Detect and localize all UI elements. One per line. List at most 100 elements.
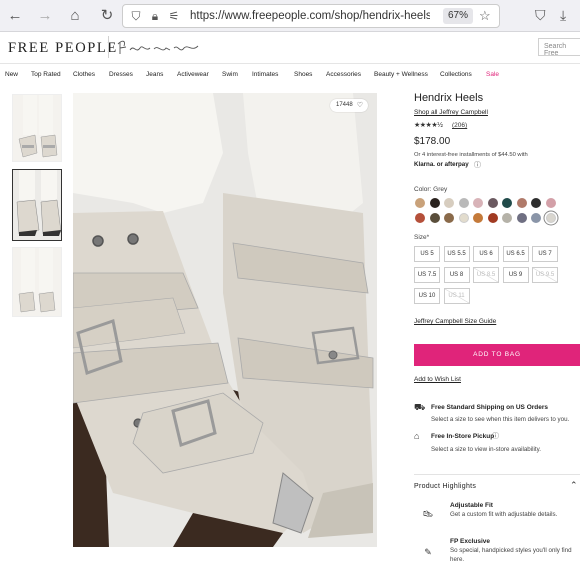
- nav-collections[interactable]: Collections: [440, 71, 472, 78]
- color-swatch[interactable]: [429, 198, 440, 208]
- permissions-icon[interactable]: ⚟: [167, 9, 181, 23]
- nav-swim[interactable]: Swim: [222, 71, 238, 78]
- color-swatch[interactable]: [458, 213, 469, 223]
- browser-toolbar: ← → ⌂ ↻ ⛉ 🔒︎ ⚟ https://www.freepeople.co…: [0, 0, 580, 32]
- shop-brand-link[interactable]: Shop all Jeffrey Campbell: [414, 109, 488, 116]
- nav-sale[interactable]: Sale: [486, 71, 499, 78]
- size-option[interactable]: US 10: [414, 288, 440, 304]
- chevron-up-icon[interactable]: ⌃: [570, 480, 578, 491]
- thumbnail-1-image: [18, 95, 58, 158]
- installments-text: Or 4 interest-free installments of $44.5…: [414, 152, 528, 158]
- search-input[interactable]: Search Free: [538, 38, 580, 57]
- heart-icon[interactable]: ♡: [357, 99, 363, 112]
- back-icon[interactable]: ←: [6, 7, 24, 25]
- thumbnail-3-image: [18, 248, 56, 313]
- nav-accessories[interactable]: Accessories: [326, 71, 361, 78]
- color-swatch[interactable]: [516, 198, 527, 208]
- brand-logo[interactable]: FREE PEOPLE: [8, 40, 118, 57]
- color-swatch[interactable]: [545, 213, 556, 223]
- info-icon[interactable]: ⓘ: [474, 160, 481, 170]
- size-guide-link[interactable]: Jeffrey Campbell Size Guide: [414, 318, 496, 325]
- color-swatch[interactable]: [545, 198, 556, 208]
- pocket-icon[interactable]: ⛉: [535, 7, 546, 24]
- size-option[interactable]: US 11: [443, 288, 470, 304]
- size-option[interactable]: US 5: [414, 246, 440, 262]
- color-swatch[interactable]: [502, 198, 512, 208]
- product-highlights-title[interactable]: Product Highlights: [414, 483, 476, 490]
- product-main-image[interactable]: [73, 93, 377, 547]
- nav-clothes[interactable]: Clothes: [73, 71, 95, 78]
- nav-new[interactable]: New: [5, 71, 18, 78]
- color-swatch[interactable]: [487, 213, 498, 223]
- highlight-title: FP Exclusive: [450, 538, 490, 545]
- product-price: $178.00: [414, 136, 451, 147]
- nav-dresses[interactable]: Dresses: [109, 71, 133, 78]
- rating-stars: ★★★★½: [414, 122, 443, 129]
- divider: [414, 474, 580, 475]
- fp-movement-logo[interactable]: [114, 36, 204, 60]
- pickup-title: Free In-Store Pickup: [431, 433, 495, 440]
- color-swatch[interactable]: [444, 213, 454, 223]
- likes-counter[interactable]: 17448 ♡: [330, 99, 368, 112]
- url-text[interactable]: https://www.freepeople.com/shop/hendrix-…: [190, 10, 430, 22]
- shipping-title: Free Standard Shipping on US Orders: [431, 404, 549, 411]
- size-option[interactable]: US 9.5: [532, 267, 558, 283]
- shield-icon[interactable]: ⛉: [129, 9, 143, 23]
- color-swatch[interactable]: [458, 198, 469, 208]
- size-option[interactable]: US 6.5: [502, 246, 529, 262]
- size-option[interactable]: US 7: [532, 246, 558, 262]
- zoom-level[interactable]: 67%: [443, 8, 473, 24]
- product-title: Hendrix Heels: [414, 92, 484, 104]
- nav-beauty-wellness[interactable]: Beauty + Wellness: [374, 71, 428, 78]
- color-swatch[interactable]: [415, 213, 425, 223]
- add-to-wishlist-link[interactable]: Add to Wish List: [414, 376, 461, 383]
- category-nav: New Top Rated Clothes Dresses Jeans Acti…: [0, 64, 580, 86]
- logo-divider: [108, 36, 109, 58]
- size-option[interactable]: US 6: [473, 246, 499, 262]
- thumbnail-1[interactable]: [12, 94, 62, 162]
- color-swatch[interactable]: [487, 198, 498, 208]
- color-swatch[interactable]: [429, 213, 440, 223]
- highlight-subtitle: Get a custom fit with adjustable details…: [450, 511, 558, 518]
- shipping-subtitle: Select a size to see when this item deli…: [431, 416, 570, 423]
- reviews-link[interactable]: (206): [452, 122, 467, 129]
- pickup-info-icon[interactable]: ⓘ: [492, 431, 499, 441]
- nav-shoes[interactable]: Shoes: [294, 71, 312, 78]
- color-swatch[interactable]: [473, 198, 483, 208]
- reload-icon[interactable]: ↻: [98, 7, 116, 25]
- thumbnail-2-image: [13, 170, 61, 240]
- color-swatch[interactable]: [473, 213, 483, 223]
- highlight-title: Adjustable Fit: [450, 502, 493, 509]
- lock-icon[interactable]: 🔒︎: [148, 9, 162, 23]
- size-label: Size*: [414, 234, 430, 241]
- color-swatch[interactable]: [531, 213, 541, 223]
- pickup-subtitle: Select a size to view in-store availabil…: [431, 446, 541, 453]
- home-icon[interactable]: ⌂: [66, 7, 84, 25]
- fp-exclusive-icon: ✎: [420, 544, 436, 560]
- size-option[interactable]: US 9: [502, 267, 529, 283]
- nav-activewear[interactable]: Activewear: [177, 71, 209, 78]
- nav-top-rated[interactable]: Top Rated: [31, 71, 61, 78]
- nav-intimates[interactable]: Intimates: [252, 71, 278, 78]
- downloads-icon[interactable]: ⤓: [560, 7, 566, 24]
- thumbnail-3[interactable]: [12, 247, 62, 317]
- bookmark-star-icon[interactable]: ☆: [479, 8, 491, 24]
- address-bar[interactable]: ⛉ 🔒︎ ⚟ https://www.freepeople.com/shop/h…: [122, 4, 500, 28]
- size-option[interactable]: US 5.5: [443, 246, 470, 262]
- adjustable-fit-icon: 👟︎: [420, 506, 436, 522]
- size-option[interactable]: US 8: [443, 267, 470, 283]
- size-option[interactable]: US 8.5: [473, 267, 499, 283]
- size-option[interactable]: US 7.5: [414, 267, 440, 283]
- forward-icon[interactable]: →: [36, 7, 54, 25]
- klarna-afterpay-logos: Klarna. or afterpay: [414, 161, 469, 168]
- color-swatch[interactable]: [444, 198, 454, 208]
- add-to-bag-button[interactable]: ADD TO BAG: [414, 344, 580, 366]
- color-swatch[interactable]: [415, 198, 425, 208]
- thumbnail-2[interactable]: [12, 169, 62, 241]
- store-icon: ⌂: [414, 431, 420, 441]
- color-swatch[interactable]: [531, 198, 541, 208]
- nav-jeans[interactable]: Jeans: [146, 71, 163, 78]
- truck-icon: ⛟: [414, 402, 426, 412]
- color-swatch[interactable]: [502, 213, 512, 223]
- color-swatch[interactable]: [516, 213, 527, 223]
